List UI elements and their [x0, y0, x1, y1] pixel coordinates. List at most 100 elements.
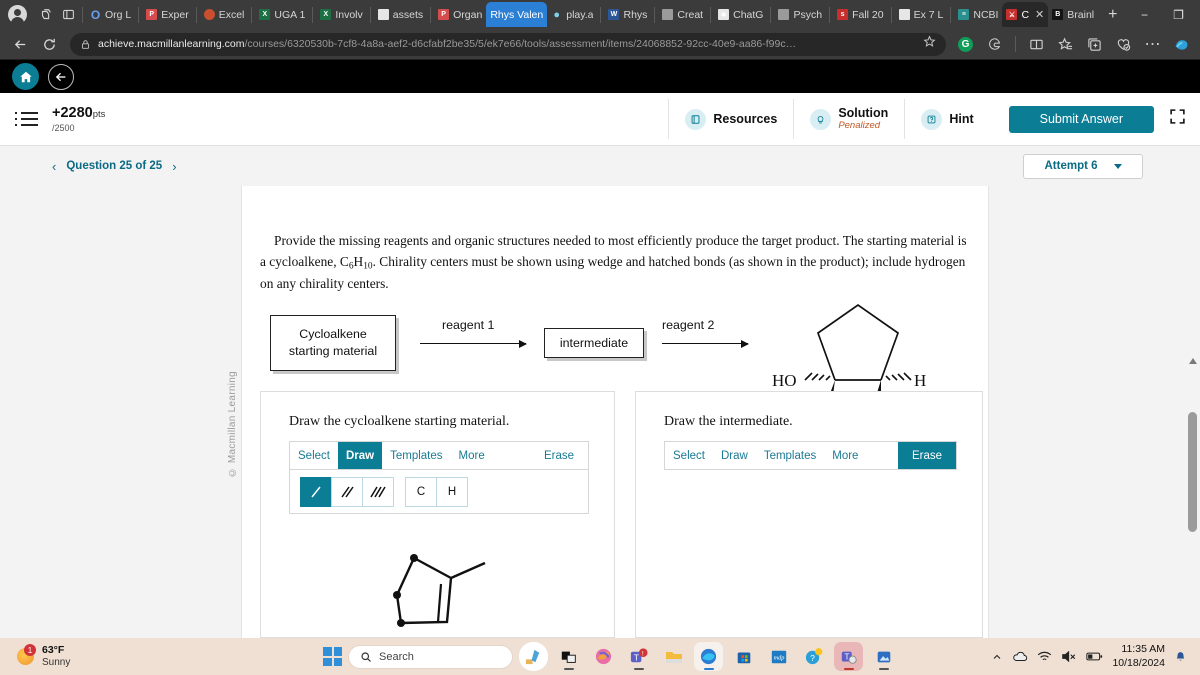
- tab-divider: [430, 6, 432, 23]
- browser-address-bar: achieve.macmillanlearning.com/courses/63…: [0, 29, 1200, 60]
- copilot-icon[interactable]: [1170, 33, 1193, 56]
- favorite-star-icon[interactable]: [923, 35, 936, 53]
- tool-select[interactable]: Select: [665, 442, 713, 469]
- tab-label: Involv: [335, 8, 363, 21]
- tab-label: C: [1021, 8, 1030, 21]
- collections-icon[interactable]: [1083, 33, 1106, 56]
- tab-11[interactable]: ⚛ ChatG: [714, 2, 767, 27]
- weather-widget[interactable]: 1 63°F Sunny: [0, 644, 70, 669]
- taskbar-layers[interactable]: [554, 642, 583, 671]
- scrollbar-thumb[interactable]: [1188, 412, 1197, 532]
- single-bond-button[interactable]: [300, 476, 332, 507]
- taskbar-snip-sketch[interactable]: [519, 642, 548, 671]
- carbon-button[interactable]: C: [405, 476, 437, 507]
- tool-templates[interactable]: Templates: [382, 442, 450, 469]
- taskbar-copilot[interactable]: [589, 642, 618, 671]
- taskbar-mdpi[interactable]: mdp: [764, 642, 793, 671]
- battery-icon[interactable]: [1086, 651, 1103, 662]
- new-tab-button[interactable]: +: [1098, 6, 1127, 24]
- notification-bell-icon[interactable]: [1174, 650, 1187, 664]
- tab-6[interactable]: P Organ: [434, 2, 486, 27]
- split-view-icon[interactable]: [1025, 33, 1048, 56]
- next-question-icon[interactable]: ›: [172, 159, 176, 174]
- resources-button[interactable]: Resources: [668, 99, 793, 139]
- tool-more[interactable]: More: [824, 442, 866, 469]
- taskbar-help[interactable]: ?: [799, 642, 828, 671]
- close-icon[interactable]: ✕: [1035, 8, 1044, 21]
- taskbar-file-explorer[interactable]: [659, 642, 688, 671]
- maximize-icon[interactable]: ❐: [1161, 0, 1195, 29]
- back-to-course-button[interactable]: [48, 63, 74, 90]
- tool-select[interactable]: Select: [290, 442, 338, 469]
- split-screen-icon[interactable]: [57, 4, 79, 26]
- close-window-icon[interactable]: ✕: [1195, 0, 1200, 29]
- hydrogen-button[interactable]: H: [436, 476, 468, 507]
- tool-more[interactable]: More: [451, 442, 493, 469]
- cycloalkene-canvas[interactable]: [289, 520, 589, 637]
- tab-12[interactable]: Psych: [774, 2, 826, 27]
- tab-8[interactable]: ● play.a: [547, 2, 597, 27]
- search-input[interactable]: Search: [348, 644, 513, 669]
- tab-2[interactable]: Excel: [200, 2, 249, 27]
- volume-muted-icon[interactable]: [1061, 650, 1077, 663]
- erase-button[interactable]: Erase: [897, 442, 956, 469]
- reload-icon[interactable]: [36, 31, 62, 57]
- prev-question-icon[interactable]: ‹: [52, 159, 56, 174]
- tab-divider: [195, 6, 197, 23]
- tab-17[interactable]: B Brainl: [1048, 2, 1098, 27]
- taskbar-photos[interactable]: [869, 642, 898, 671]
- submit-answer-button[interactable]: Submit Answer: [1008, 105, 1154, 133]
- tab-15[interactable]: ≡ NCBI: [954, 2, 1002, 27]
- tab-13[interactable]: s Fall 20: [833, 2, 888, 27]
- tab-divider: [654, 6, 656, 23]
- favorites-icon[interactable]: [1054, 33, 1077, 56]
- scroll-up-icon[interactable]: [1189, 358, 1197, 364]
- triple-bond-button[interactable]: [362, 476, 394, 507]
- hint-label: Hint: [949, 112, 974, 126]
- tab-1[interactable]: P Exper: [142, 2, 192, 27]
- tool-draw[interactable]: Draw: [713, 442, 756, 469]
- taskbar-teams[interactable]: T!: [624, 642, 653, 671]
- tool-templates[interactable]: Templates: [756, 442, 824, 469]
- tab-10[interactable]: Creat: [658, 2, 707, 27]
- globe-icon: [778, 9, 790, 20]
- tab-16-achieve-active[interactable]: ⚔ C ✕: [1002, 2, 1049, 27]
- profile-avatar[interactable]: [8, 5, 27, 25]
- back-icon[interactable]: [7, 31, 33, 57]
- wifi-icon[interactable]: [1037, 650, 1052, 663]
- tab-label: Exper: [161, 8, 189, 21]
- extension-icon[interactable]: [983, 33, 1006, 56]
- grammarly-icon[interactable]: G: [954, 33, 977, 56]
- tab-14[interactable]: Ex 7 L: [895, 2, 948, 27]
- tab-4[interactable]: X Involv: [316, 2, 366, 27]
- taskbar-microsoft-store[interactable]: [729, 642, 758, 671]
- tab-7-rhys-valentine[interactable]: Rhys Valen: [486, 2, 548, 27]
- tab-0[interactable]: O Org L: [86, 2, 135, 27]
- minimize-icon[interactable]: −: [1127, 0, 1161, 29]
- tray-expand-icon[interactable]: [991, 651, 1003, 663]
- url-bar[interactable]: achieve.macmillanlearning.com/courses/63…: [70, 32, 946, 56]
- attempt-dropdown[interactable]: Attempt 6: [1023, 153, 1143, 179]
- browser-essentials-icon[interactable]: [1112, 33, 1135, 56]
- tab-5[interactable]: assets: [374, 2, 427, 27]
- double-bond-button[interactable]: [331, 476, 363, 507]
- taskbar-clock[interactable]: 11:35 AM 10/18/2024: [1112, 643, 1165, 669]
- onedrive-icon[interactable]: [1012, 650, 1028, 663]
- reagent-2-label: reagent 2: [662, 318, 715, 332]
- browser-tabstrip: O Org L P Exper Excel X UGA 1 X Involv a…: [0, 0, 1200, 29]
- hint-button[interactable]: Hint: [904, 99, 989, 139]
- tab-9[interactable]: W Rhys: [604, 2, 651, 27]
- more-options-icon[interactable]: ⋯: [1141, 33, 1164, 56]
- tab-search-icon[interactable]: [35, 4, 57, 26]
- tab-3[interactable]: X UGA 1: [255, 2, 309, 27]
- taskbar-teams-chat[interactable]: T: [834, 642, 863, 671]
- fullscreen-icon[interactable]: [1169, 108, 1200, 130]
- home-icon[interactable]: [12, 63, 39, 90]
- menu-icon[interactable]: [0, 112, 52, 127]
- tool-draw[interactable]: Draw: [337, 442, 383, 469]
- solution-button[interactable]: Solution Penalized: [793, 99, 904, 139]
- erase-button[interactable]: Erase: [530, 442, 588, 469]
- start-button[interactable]: [323, 647, 342, 666]
- taskbar-edge[interactable]: [694, 642, 723, 671]
- page-scrollbar[interactable]: [1186, 312, 1200, 675]
